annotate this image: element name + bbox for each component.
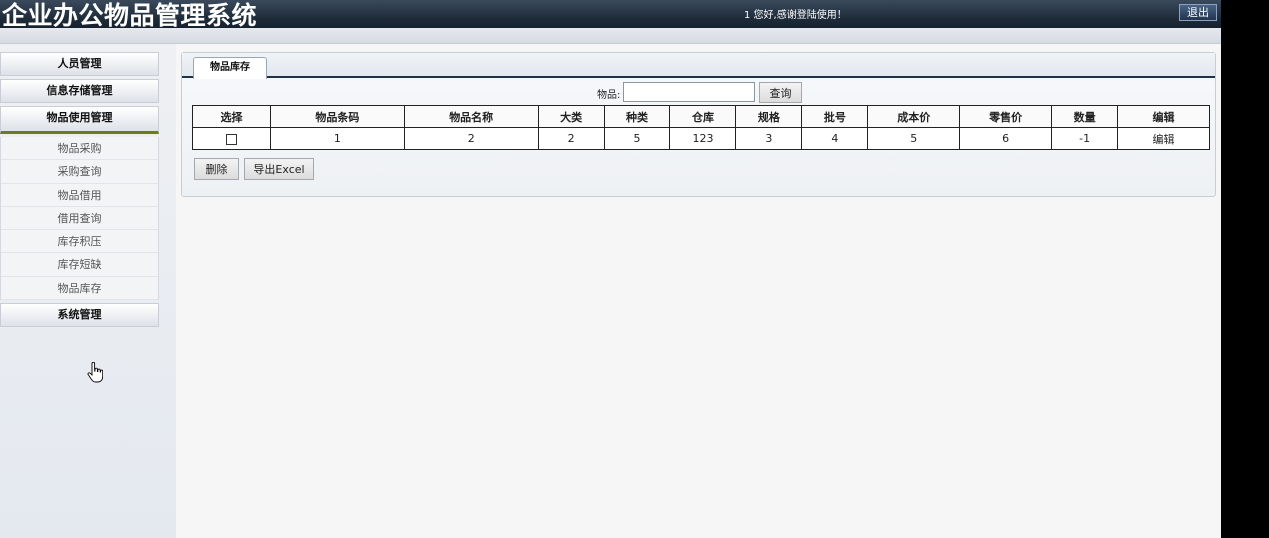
column-header-barcode: 物品条码 xyxy=(269,105,405,128)
column-header-select: 选择 xyxy=(192,105,271,128)
column-header-warehouse: 仓库 xyxy=(669,105,737,128)
edit-link[interactable]: 编辑 xyxy=(1117,127,1210,150)
search-input[interactable] xyxy=(623,82,755,102)
submenu-item-purchase-query[interactable]: 采购查询 xyxy=(1,160,158,184)
header-subbar xyxy=(0,28,1221,44)
major-class-cell: 2 xyxy=(537,127,605,150)
submenu-item-usage: 物品采购 采购查询 物品借用 借用查询 库存积压 库存短缺 物品库存 xyxy=(0,137,159,301)
warehouse-cell: 123 xyxy=(669,127,737,150)
row-checkbox[interactable] xyxy=(225,133,237,145)
name-cell: 2 xyxy=(403,127,539,150)
menu-item-usage[interactable]: 物品使用管理 xyxy=(0,106,159,134)
column-header-category: 种类 xyxy=(603,105,671,128)
table-header-row: 选择 物品条码 物品名称 大类 种类 仓库 规格 批号 成本价 零售价 数量 编… xyxy=(192,105,1210,128)
menu-personnel[interactable]: 人员管理 xyxy=(0,52,159,76)
column-header-quantity: 数量 xyxy=(1051,105,1119,128)
quantity-cell: -1 xyxy=(1051,127,1119,150)
select-cell xyxy=(192,127,271,150)
export-excel-button[interactable]: 导出Excel xyxy=(244,158,314,180)
menu-info-storage[interactable]: 信息存储管理 xyxy=(0,79,159,103)
column-header-major-class: 大类 xyxy=(537,105,605,128)
submenu-item-inventory[interactable]: 物品库存 xyxy=(1,277,158,301)
header-bar: 企业办公物品管理系统 1 您好,感谢登陆使用！ 退出 xyxy=(0,0,1221,30)
column-header-cost: 成本价 xyxy=(867,105,961,128)
welcome-message: 1 您好,感谢登陆使用！ xyxy=(744,10,847,21)
cost-cell: 5 xyxy=(867,127,961,150)
table-row: 1 2 2 5 123 3 4 5 6 -1 编辑 xyxy=(192,127,1210,150)
app-window: 企业办公物品管理系统 1 您好,感谢登陆使用！ 退出 人员管理 信息存储管理 物… xyxy=(0,0,1221,538)
spec-cell: 3 xyxy=(735,127,803,150)
submenu-item-shortage[interactable]: 库存短缺 xyxy=(1,253,158,277)
column-header-edit: 编辑 xyxy=(1117,105,1210,128)
hand-cursor-icon xyxy=(87,362,103,383)
search-label: 物品: xyxy=(597,90,621,101)
menu-system[interactable]: 系统管理 xyxy=(0,303,159,327)
query-button[interactable]: 查询 xyxy=(759,82,802,103)
logout-button[interactable]: 退出 xyxy=(1179,4,1217,21)
column-header-name: 物品名称 xyxy=(403,105,539,128)
column-header-batch: 批号 xyxy=(801,105,869,128)
tab-bar: 物品库存 xyxy=(182,53,1215,79)
inventory-panel: 物品库存 物品: 查询 选择 物品条码 物品名称 大类 种类 仓库 规格 批号 … xyxy=(181,52,1216,197)
column-header-retail: 零售价 xyxy=(959,105,1053,128)
submenu-item-borrow-query[interactable]: 借用查询 xyxy=(1,207,158,231)
submenu-item-purchase[interactable]: 物品采购 xyxy=(1,137,158,161)
tab-inventory[interactable]: 物品库存 xyxy=(193,57,267,79)
sidebar: 人员管理 信息存储管理 物品使用管理 物品采购 采购查询 物品借用 借用查询 库… xyxy=(0,44,176,538)
submenu-item-overstock[interactable]: 库存积压 xyxy=(1,230,158,254)
batch-cell: 4 xyxy=(801,127,869,150)
submenu-item-borrow[interactable]: 物品借用 xyxy=(1,184,158,207)
retail-cell: 6 xyxy=(959,127,1053,150)
inventory-table: 选择 物品条码 物品名称 大类 种类 仓库 规格 批号 成本价 零售价 数量 编… xyxy=(192,105,1210,150)
barcode-cell: 1 xyxy=(269,127,405,150)
column-header-spec: 规格 xyxy=(735,105,803,128)
category-cell: 5 xyxy=(603,127,671,150)
delete-button[interactable]: 删除 xyxy=(194,158,239,180)
